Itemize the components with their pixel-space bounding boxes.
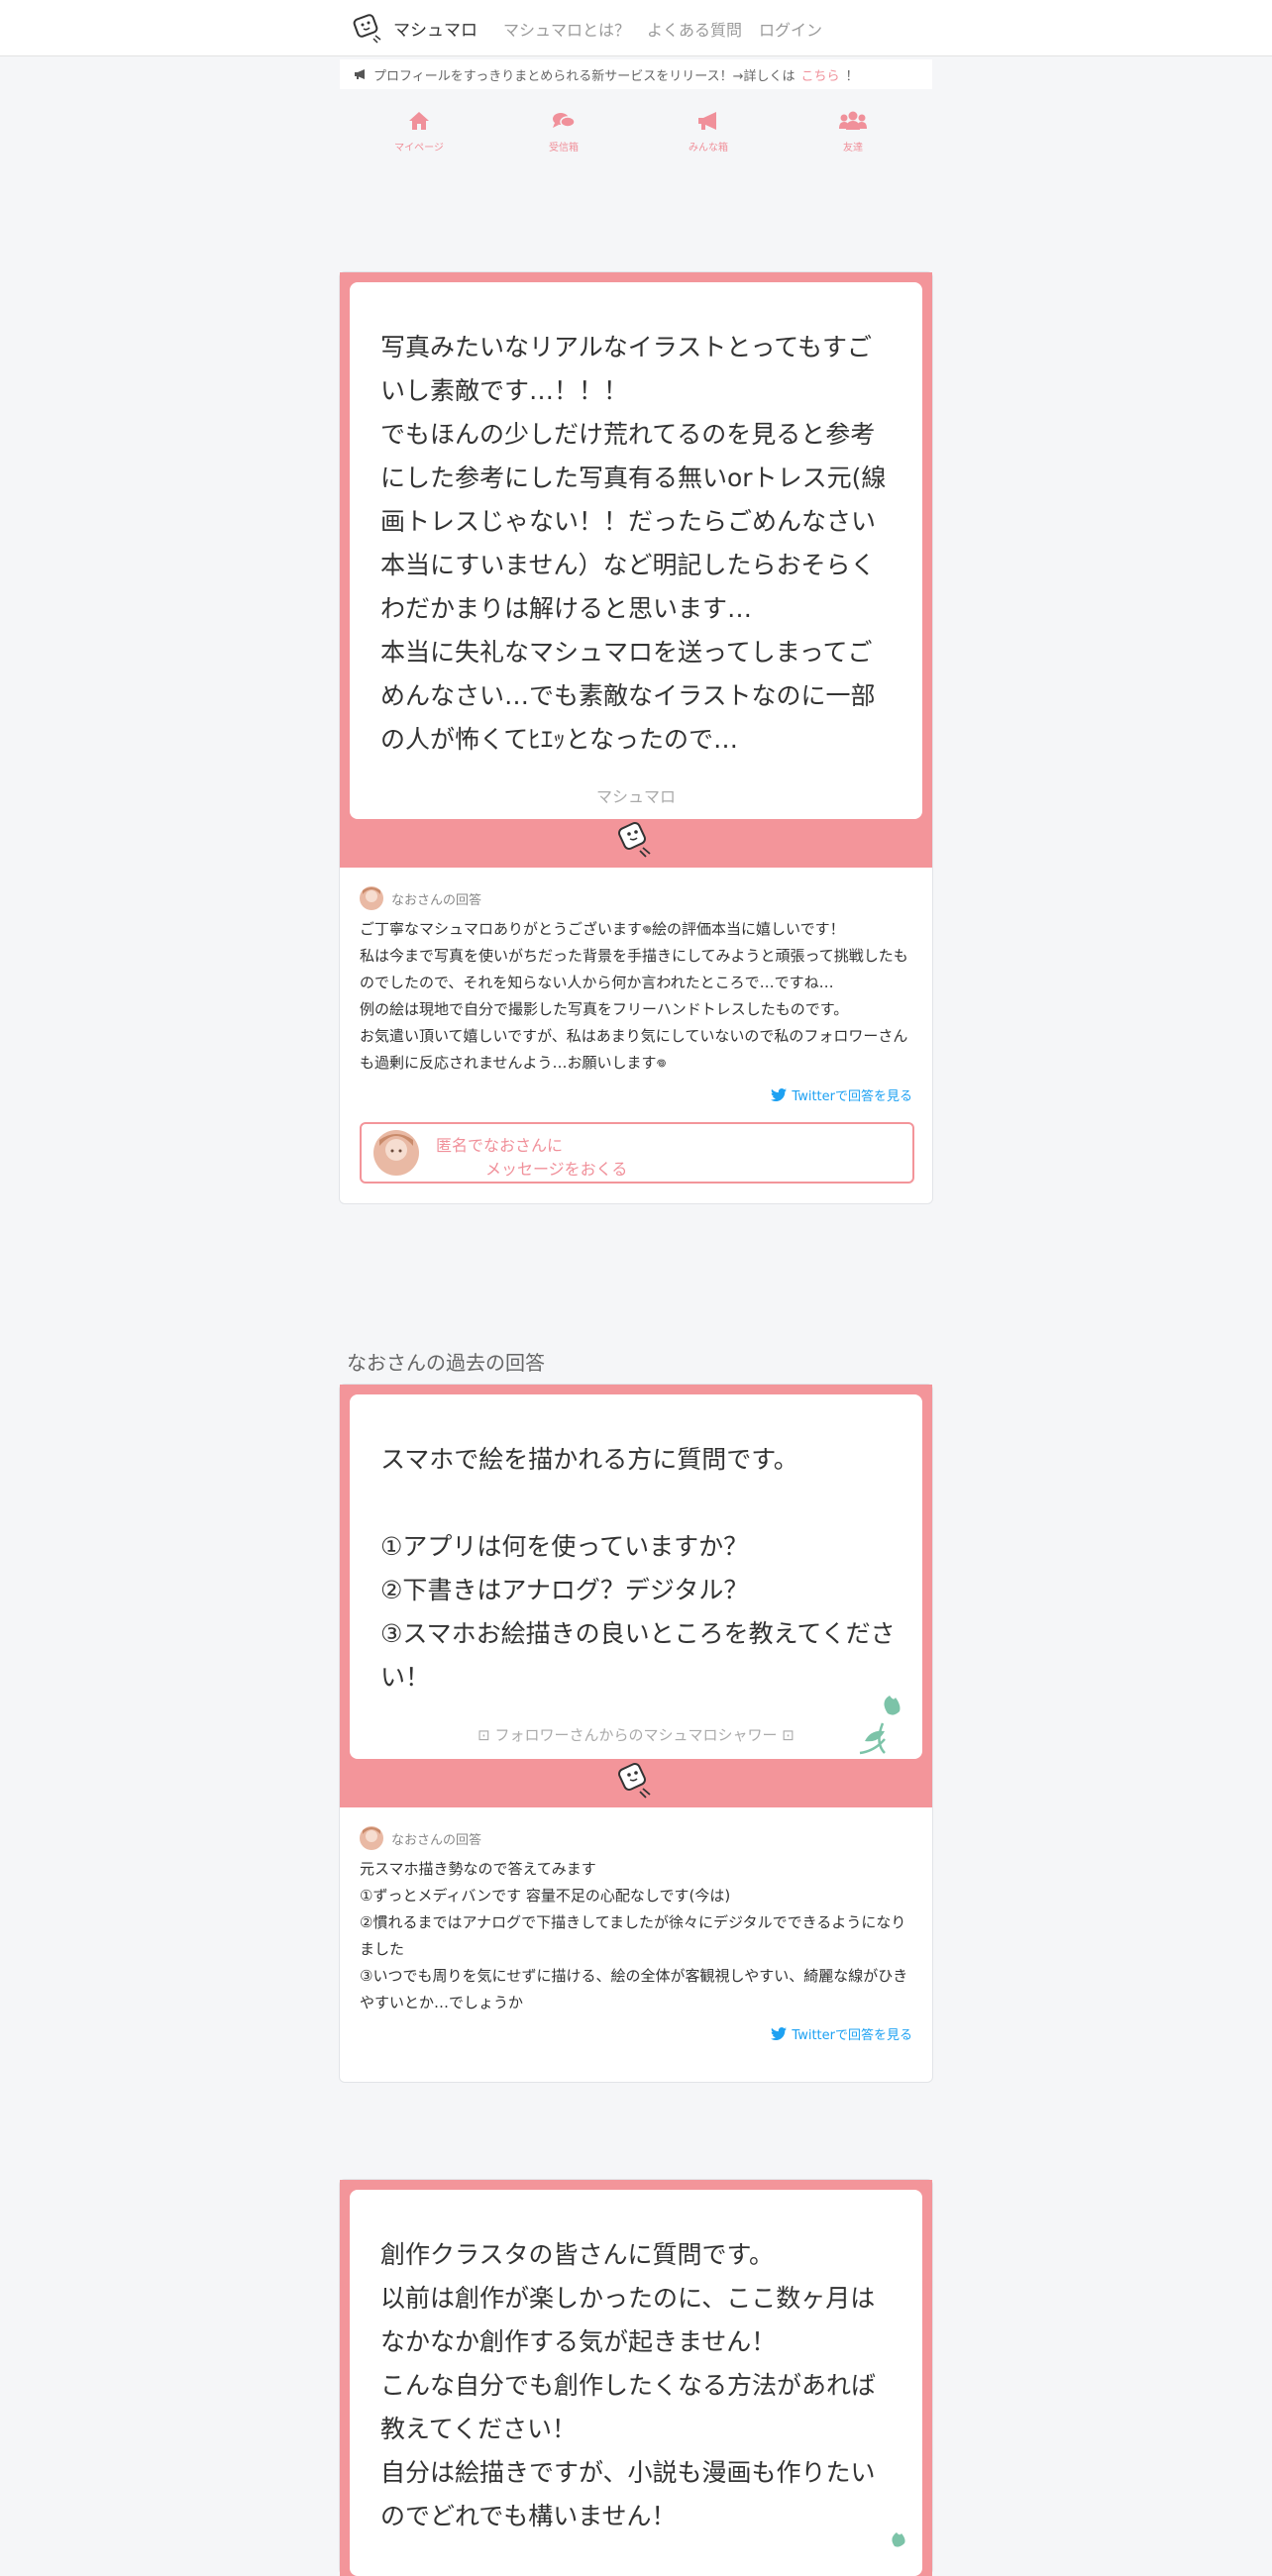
answer-header: なおさんの回答 xyxy=(360,886,914,910)
avatar xyxy=(373,1130,419,1176)
avatar xyxy=(360,1826,383,1850)
nav-link-faq[interactable]: よくある質問 xyxy=(647,17,742,41)
send-message-label-2: メッセージをおくる xyxy=(485,1160,628,1179)
question-box: 創作クラスタの皆さんに質問です。 以前は創作が楽しかったのに、ここ数ヶ月はなかな… xyxy=(350,2190,922,2576)
question-text: 写真みたいなリアルなイラストとってもすごいし素敵です…！！！ でもほんの少しだけ… xyxy=(380,333,887,754)
nav-link-about[interactable]: マシュマロとは？ xyxy=(503,17,630,41)
answer-card: 創作クラスタの皆さんに質問です。 以前は創作が楽しかったのに、ここ数ヶ月はなかな… xyxy=(339,2179,933,2576)
menu-label: 友達 xyxy=(843,143,863,154)
mascot-icon: ⊡ xyxy=(777,1726,795,1744)
announcement-text: プロフィールをすっきりまとめられる新サービスをリリース！→詳しくは xyxy=(373,68,795,84)
question-text: 創作クラスタの皆さんに質問です。 以前は創作が楽しかったのに、ここ数ヶ月はなかな… xyxy=(380,2240,877,2530)
avatar xyxy=(360,886,383,910)
twitter-link-label: Twitterで回答を見る xyxy=(792,2028,912,2043)
marshmallow-mascot-icon xyxy=(618,1763,651,1799)
answer-text: ご丁寧なマシュマロありがとうございます𖦹絵の評価本当に嬉しいです！ 私は今まで写… xyxy=(360,920,908,1072)
answer-section: なおさんの回答 ご丁寧なマシュマロありがとうございます𖦹絵の評価本当に嬉しいです… xyxy=(360,886,914,1077)
answer-header: なおさんの回答 xyxy=(360,1826,914,1850)
answer-text: 元スマホ描き勢なので答えてみます ①ずっとメディバンです 容量不足の心配なしです… xyxy=(360,1860,908,2011)
flower-icon xyxy=(892,2532,905,2547)
marshmallow-mascot-icon xyxy=(618,822,651,858)
announcement-bar: プロフィールをすっきりまとめられる新サービスをリリース！→詳しくは こちら ！ xyxy=(340,59,932,89)
send-message-label-1: 匿名でなおさんに xyxy=(436,1136,564,1155)
question-box: 写真みたいなリアルなイラストとってもすごいし素敵です…！！！ でもほんの少しだけ… xyxy=(350,282,922,819)
nav-link-login[interactable]: ログイン xyxy=(759,17,822,41)
flower-icon xyxy=(859,1696,901,1755)
bullhorn-icon xyxy=(698,112,716,130)
answer-card: 写真みたいなリアルなイラストとってもすごいし素敵です…！！！ でもほんの少しだけ… xyxy=(339,271,933,1204)
twitter-icon xyxy=(771,2027,788,2040)
question-footer: マシュマロ xyxy=(595,787,676,806)
navbar: マシュマロ マシュマロとは？ よくある質問 ログイン xyxy=(0,0,1272,56)
answer-card: スマホで絵を描かれる方に質問です。 ①アプリは何を使っていますか？ ②下書きはア… xyxy=(339,1384,933,2083)
question-frame: 写真みたいなリアルなイラストとってもすごいし素敵です…！！！ でもほんの少しだけ… xyxy=(340,272,932,868)
question-box: スマホで絵を描かれる方に質問です。 ①アプリは何を使っていますか？ ②下書きはア… xyxy=(350,1394,922,1759)
send-message-button[interactable]: 匿名でなおさんに メッセージをおくる xyxy=(360,1122,914,1184)
menu-friends[interactable]: 友達 xyxy=(803,111,902,154)
marshmallow-logo-icon xyxy=(353,13,381,44)
brand-name: マシュマロ xyxy=(393,21,477,41)
question-frame: 創作クラスタの皆さんに質問です。 以前は創作が楽しかったのに、ここ数ヶ月はなかな… xyxy=(340,2180,932,2576)
answer-author: なおさんの回答 xyxy=(391,892,482,908)
menu-inbox[interactable]: 受信箱 xyxy=(514,111,613,154)
question-frame: スマホで絵を描かれる方に質問です。 ①アプリは何を使っていますか？ ②下書きはア… xyxy=(340,1385,932,1807)
twitter-link[interactable]: Twitterで回答を見る xyxy=(771,1085,912,1104)
icon-menu: マイページ 受信箱 みんな箱 友達 xyxy=(340,111,932,168)
menu-label: 受信箱 xyxy=(549,143,579,154)
answer-author: なおさんの回答 xyxy=(391,1832,482,1848)
question-footer: ⊡ フォロワーさんからのマシュマロシャワー ⊡ xyxy=(350,1724,922,1745)
twitter-link[interactable]: Twitterで回答を見る xyxy=(771,2024,912,2043)
menu-mypage[interactable]: マイページ xyxy=(370,111,469,154)
menu-everyone-box[interactable]: みんな箱 xyxy=(659,111,758,154)
announcement-link[interactable]: こちら xyxy=(800,65,839,84)
question-text: スマホで絵を描かれる方に質問です。 ①アプリは何を使っていますか？ ②下書きはア… xyxy=(380,1445,896,1692)
menu-label: マイページ xyxy=(394,143,444,154)
navbar-inner: マシュマロ マシュマロとは？ よくある質問 ログイン xyxy=(352,0,839,56)
mascot-icon: ⊡ xyxy=(477,1726,495,1744)
past-answers-title: なおさんの過去の回答 xyxy=(347,1351,545,1375)
comments-icon xyxy=(553,113,576,128)
menu-label: みんな箱 xyxy=(689,143,728,154)
twitter-icon xyxy=(771,1088,788,1101)
twitter-link-label: Twitterで回答を見る xyxy=(792,1089,912,1104)
answer-section: なおさんの回答 元スマホ描き勢なので答えてみます ①ずっとメディバンです 容量不… xyxy=(360,1826,914,2016)
announcement-suffix: ！ xyxy=(845,68,859,84)
question-footer-text: フォロワーさんからのマシュマロシャワー xyxy=(494,1726,778,1744)
megaphone-icon xyxy=(355,69,365,79)
brand-link[interactable]: マシュマロ xyxy=(352,13,477,44)
users-icon xyxy=(839,111,867,130)
home-icon xyxy=(409,112,429,130)
